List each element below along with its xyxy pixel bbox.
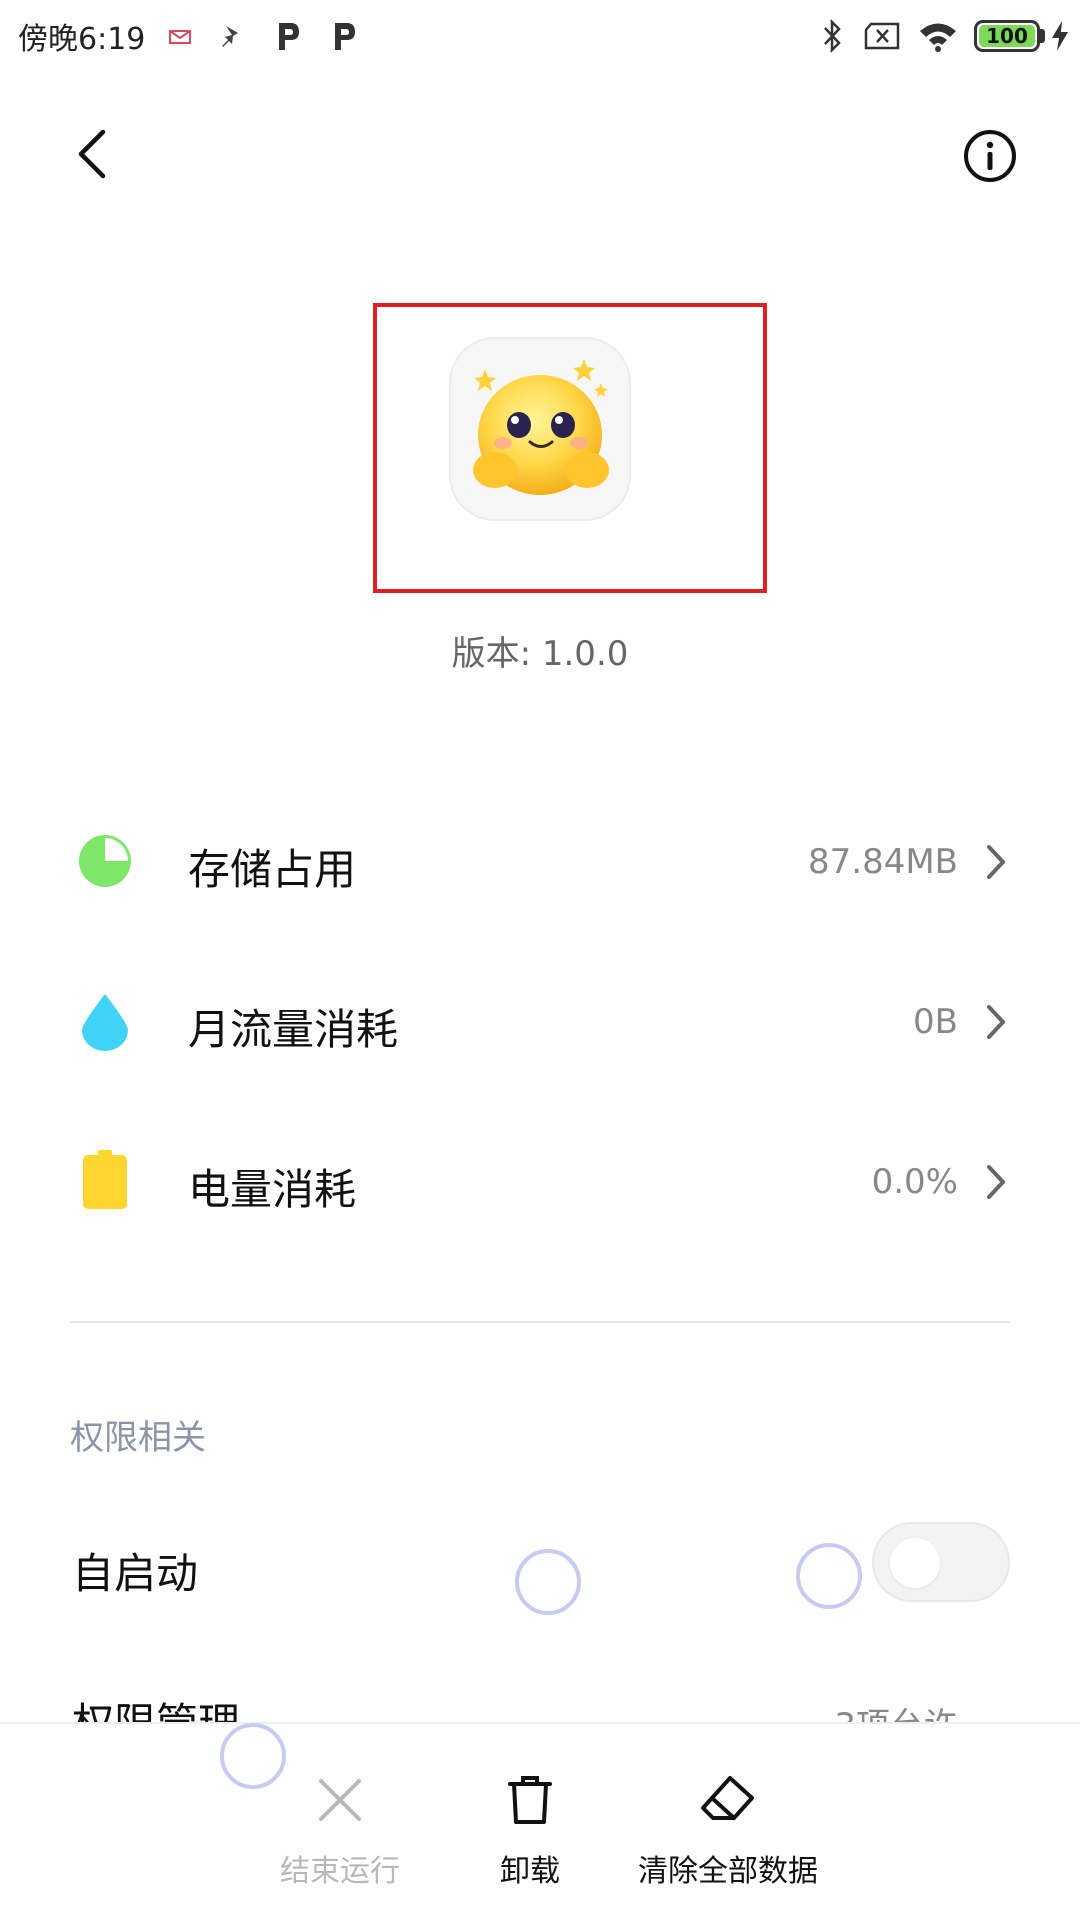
app-version: 版本: 1.0.0 bbox=[451, 634, 629, 674]
battery-icon bbox=[76, 1150, 134, 1210]
force-stop-label: 结束运行 bbox=[280, 1854, 400, 1889]
pin-icon bbox=[212, 14, 252, 58]
touch-indicator bbox=[515, 1549, 581, 1615]
battery-level: 100 bbox=[979, 24, 1035, 48]
close-x-icon bbox=[312, 1772, 368, 1828]
battery-usage-label: 电量消耗 bbox=[188, 1165, 357, 1214]
traffic-value: 0B bbox=[913, 1002, 958, 1042]
chevron-right-icon bbox=[982, 1002, 1010, 1042]
storage-row[interactable]: 存储占用 87.84MB bbox=[0, 780, 1080, 940]
battery-usage-value: 0.0% bbox=[871, 1162, 958, 1202]
battery-usage-row[interactable]: 电量消耗 0.0% bbox=[0, 1100, 1080, 1260]
clear-data-label: 清除全部数据 bbox=[638, 1854, 818, 1889]
parking-p-icon bbox=[268, 14, 308, 58]
divider bbox=[70, 1321, 1010, 1323]
touch-indicator bbox=[220, 1723, 286, 1789]
back-chevron-icon[interactable] bbox=[62, 120, 122, 188]
chevron-right-icon bbox=[982, 842, 1010, 882]
autostart-toggle[interactable] bbox=[872, 1522, 1010, 1602]
storage-label: 存储占用 bbox=[188, 845, 357, 894]
clear-data-button[interactable]: 清除全部数据 bbox=[628, 1724, 828, 1922]
touch-indicator bbox=[796, 1543, 862, 1609]
water-drop-icon bbox=[76, 992, 134, 1052]
info-icon[interactable] bbox=[960, 126, 1020, 186]
charging-bolt-icon bbox=[1046, 14, 1074, 58]
storage-value: 87.84MB bbox=[808, 842, 958, 882]
battery-tip bbox=[1040, 29, 1045, 43]
toggle-knob bbox=[890, 1538, 940, 1588]
wifi-icon bbox=[918, 14, 958, 58]
sim-x-icon bbox=[862, 14, 902, 58]
status-bar: 傍晚6:19 100 bbox=[0, 0, 1080, 74]
status-time: 傍晚6:19 bbox=[18, 22, 146, 57]
mail-icon bbox=[160, 14, 200, 58]
trash-icon bbox=[502, 1772, 558, 1828]
uninstall-label: 卸载 bbox=[500, 1854, 560, 1889]
battery-icon: 100 bbox=[974, 20, 1040, 52]
bottom-action-bar: 结束运行 卸载 清除全部数据 bbox=[0, 1722, 1080, 1920]
chevron-right-icon bbox=[982, 1162, 1010, 1202]
pie-chart-icon bbox=[76, 832, 134, 892]
permissions-section-title: 权限相关 bbox=[70, 1418, 206, 1458]
eraser-icon bbox=[700, 1772, 756, 1828]
traffic-label: 月流量消耗 bbox=[188, 1005, 399, 1054]
parking-p-icon bbox=[324, 14, 364, 58]
app-name bbox=[440, 565, 640, 615]
bluetooth-icon bbox=[812, 14, 852, 58]
smiling-emoji-icon bbox=[449, 337, 631, 521]
autostart-label: 自启动 bbox=[72, 1549, 199, 1598]
traffic-row[interactable]: 月流量消耗 0B bbox=[0, 940, 1080, 1100]
uninstall-button[interactable]: 卸载 bbox=[430, 1724, 630, 1922]
